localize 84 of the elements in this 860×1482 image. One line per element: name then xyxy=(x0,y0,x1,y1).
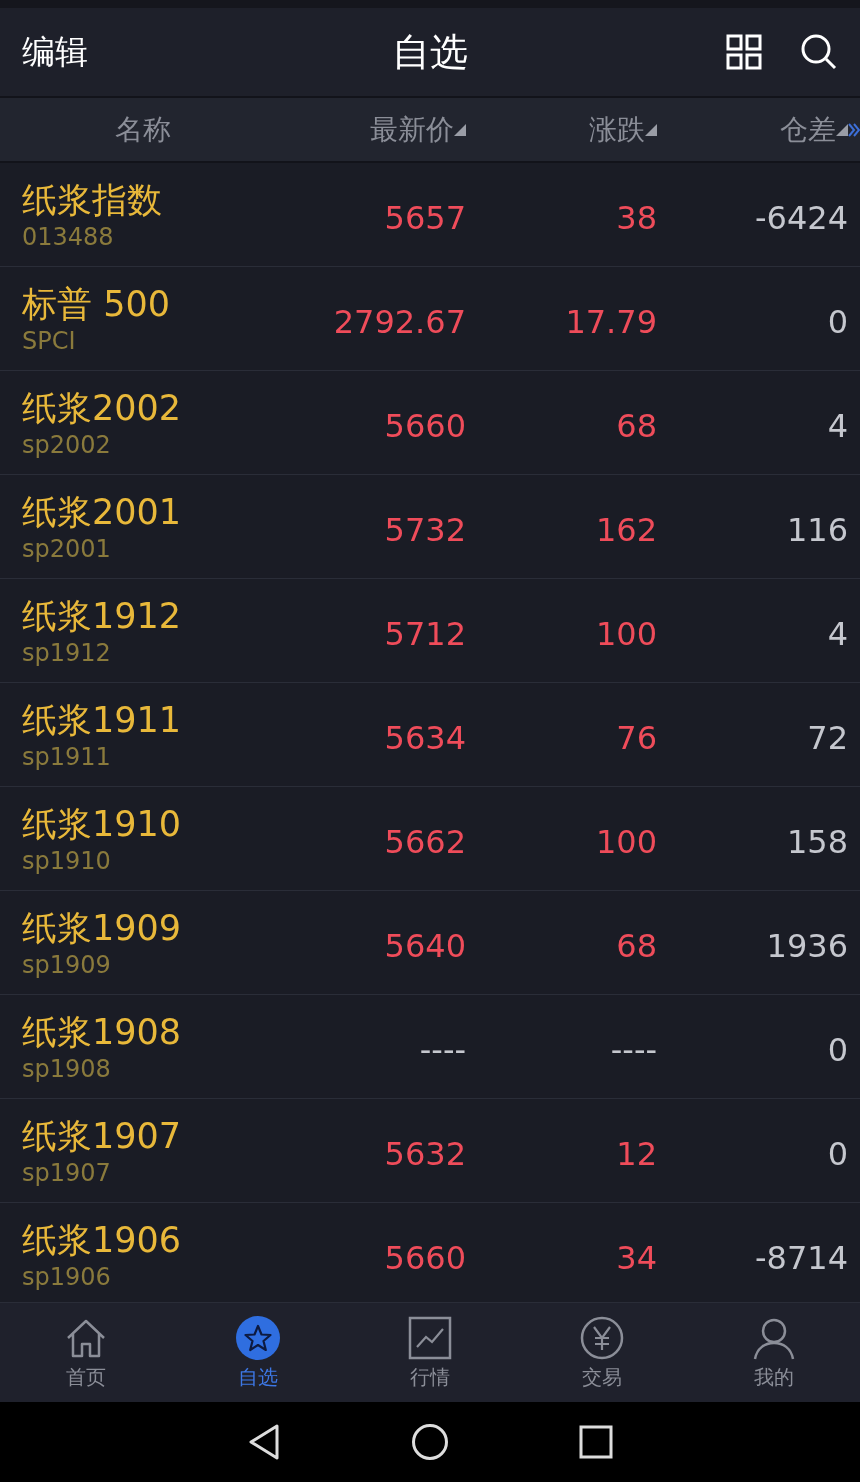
contract-code: sp1906 xyxy=(22,1261,112,1292)
contract-name: 标普 500 xyxy=(22,282,171,326)
quote-row[interactable]: 纸浆1910 sp1910 5662 100 158 xyxy=(0,787,860,891)
position-change: 0 xyxy=(826,1029,848,1069)
contract-code: sp1909 xyxy=(22,949,112,980)
price-change: 68 xyxy=(615,925,657,965)
line-chart-icon xyxy=(407,1314,453,1361)
column-header[interactable]: 仓差 xyxy=(657,110,860,149)
tab[interactable]: 首页 xyxy=(0,1303,172,1402)
quote-row[interactable]: 纸浆1908 sp1908 ---- ---- 0 xyxy=(0,995,860,1099)
position-change: -6424 xyxy=(754,197,848,237)
last-price: 5634 xyxy=(383,717,466,757)
quote-row[interactable]: 纸浆1907 sp1907 5632 12 0 xyxy=(0,1099,860,1203)
last-price: 2792.67 xyxy=(332,301,466,341)
quote-row[interactable]: 纸浆1911 sp1911 5634 76 72 xyxy=(0,683,860,787)
last-price: 5660 xyxy=(383,405,466,445)
home-button[interactable] xyxy=(411,1423,449,1461)
tab[interactable]: 行情 xyxy=(344,1303,516,1402)
yen-icon xyxy=(579,1314,625,1361)
back-button[interactable] xyxy=(247,1423,281,1461)
contract-name: 纸浆2002 xyxy=(22,386,183,430)
last-price: 5732 xyxy=(383,509,466,549)
position-change: 0 xyxy=(826,1133,848,1173)
quote-row[interactable]: 纸浆指数 013488 5657 38 -6424 xyxy=(0,163,860,267)
price-change: 12 xyxy=(615,1133,657,1173)
price-change: 162 xyxy=(594,509,657,549)
contract-name: 纸浆1908 xyxy=(22,1010,183,1054)
column-header[interactable]: 涨跌 xyxy=(466,110,657,149)
last-price: 5660 xyxy=(383,1237,466,1277)
position-change: 158 xyxy=(785,821,848,861)
quote-row[interactable]: 纸浆1909 sp1909 5640 68 1936 xyxy=(0,891,860,995)
contract-name: 纸浆1910 xyxy=(22,802,183,846)
edit-button[interactable]: 编辑 xyxy=(22,29,88,75)
position-change: 4 xyxy=(826,405,848,445)
position-change: 116 xyxy=(785,509,848,549)
quote-row[interactable]: 纸浆2001 sp2001 5732 162 116 xyxy=(0,475,860,579)
position-change: 4 xyxy=(826,613,848,653)
last-price: 5712 xyxy=(383,613,466,653)
price-change: 68 xyxy=(615,405,657,445)
contract-code: sp1911 xyxy=(22,741,112,772)
position-change: -8714 xyxy=(754,1237,848,1277)
price-change: 34 xyxy=(615,1237,657,1277)
search-button[interactable] xyxy=(800,33,838,71)
contract-code: SPCI xyxy=(22,325,77,356)
price-change: ---- xyxy=(609,1029,657,1069)
contract-code: sp1907 xyxy=(22,1157,112,1188)
contract-name: 纸浆1906 xyxy=(22,1218,183,1262)
quote-row[interactable]: 纸浆1912 sp1912 5712 100 4 xyxy=(0,579,860,683)
quote-row[interactable]: 纸浆2002 sp2002 5660 68 4 xyxy=(0,371,860,475)
contract-code: sp2002 xyxy=(22,429,112,460)
contract-name: 纸浆指数 xyxy=(22,178,163,222)
tab[interactable]: 自选 xyxy=(172,1303,344,1402)
contract-name: 纸浆1911 xyxy=(22,698,183,742)
last-price: 5662 xyxy=(383,821,466,861)
contract-code: sp1912 xyxy=(22,637,112,668)
price-change: 17.79 xyxy=(564,301,657,341)
scroll-right-icon xyxy=(848,121,860,138)
contract-code: sp1910 xyxy=(22,845,112,876)
price-change: 38 xyxy=(615,197,657,237)
position-change: 0 xyxy=(826,301,848,341)
price-change: 100 xyxy=(594,821,657,861)
contract-name: 纸浆2001 xyxy=(22,490,183,534)
column-header[interactable]: 最新价 xyxy=(290,110,466,149)
contract-name: 纸浆1907 xyxy=(22,1114,183,1158)
recents-button[interactable] xyxy=(579,1425,613,1459)
contract-code: sp1908 xyxy=(22,1053,112,1084)
contract-code: 013488 xyxy=(22,221,115,252)
price-change: 100 xyxy=(594,613,657,653)
price-change: 76 xyxy=(615,717,657,757)
last-price: ---- xyxy=(418,1029,466,1069)
contract-name: 纸浆1909 xyxy=(22,906,183,950)
last-price: 5657 xyxy=(383,197,466,237)
last-price: 5640 xyxy=(383,925,466,965)
quote-row[interactable]: 标普 500 SPCI 2792.67 17.79 0 xyxy=(0,267,860,371)
position-change: 72 xyxy=(806,717,848,757)
contract-code: sp2001 xyxy=(22,533,112,564)
page-title: 自选 xyxy=(392,29,468,74)
position-change: 1936 xyxy=(765,925,848,965)
grid-view-button[interactable] xyxy=(726,34,762,70)
contract-name: 纸浆1912 xyxy=(22,594,183,638)
last-price: 5632 xyxy=(383,1133,466,1173)
column-header[interactable]: 名称 xyxy=(0,110,286,149)
tab[interactable]: 交易 xyxy=(516,1303,688,1402)
tab[interactable]: 我的 xyxy=(688,1303,860,1402)
